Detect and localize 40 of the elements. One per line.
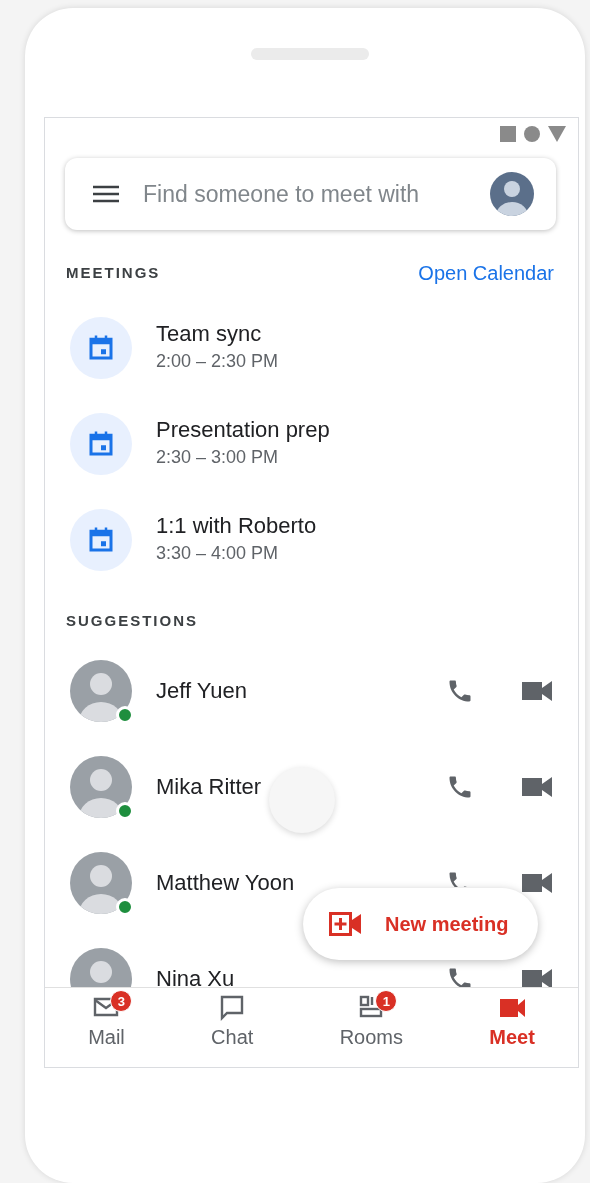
section-heading: MEETINGS (66, 262, 161, 283)
section-heading: SUGGESTIONS (66, 611, 200, 631)
search-bar[interactable]: Find someone to meet with (65, 158, 556, 230)
circle-icon (524, 126, 540, 142)
contact-name: Nina Xu (156, 965, 235, 987)
nav-label: Chat (211, 1025, 254, 1050)
meeting-item[interactable]: 1:1 with Roberto 3:30 – 4:00 PM (45, 492, 578, 588)
nav-label: Meet (489, 1025, 535, 1050)
meeting-title: 1:1 with Roberto (156, 513, 317, 540)
nav-tab[interactable]: Meet (446, 988, 578, 1067)
menu-icon[interactable] (93, 185, 119, 203)
meeting-title: Team sync (156, 321, 263, 348)
triangle-icon (548, 126, 566, 142)
meeting-title: Presentation prep (156, 417, 330, 444)
search-placeholder: Find someone to meet with (143, 179, 421, 209)
video-camera-icon[interactable] (522, 678, 552, 703)
contact-name: Jeff Yuen (156, 677, 247, 705)
touch-ripple (269, 766, 336, 833)
nav-tab[interactable]: Mail 3 (45, 988, 168, 1067)
nav-tab[interactable]: Chat (167, 988, 297, 1067)
count-badge: 1 (375, 990, 398, 1012)
meeting-item[interactable]: Presentation prep 2:30 – 3:00 PM (45, 396, 578, 492)
nav-tab[interactable]: Rooms 1 (296, 988, 447, 1067)
nav-label: Mail (88, 1025, 125, 1050)
meeting-time: 2:30 – 3:00 PM (156, 445, 280, 469)
meeting-time: 3:30 – 4:00 PM (156, 541, 280, 565)
video-camera-icon[interactable] (522, 966, 552, 987)
profile-avatar[interactable] (490, 172, 534, 216)
meeting-time: 2:00 – 2:30 PM (156, 349, 279, 373)
nav-label: Rooms (339, 1025, 403, 1050)
video-camera-icon[interactable] (522, 774, 552, 799)
count-badge: 3 (110, 990, 133, 1012)
video-plus-icon (329, 912, 361, 936)
video-camera-icon[interactable] (522, 870, 552, 895)
new-meeting-button[interactable]: New meeting (303, 888, 539, 960)
square-icon (500, 126, 516, 142)
meeting-item[interactable]: Team sync 2:00 – 2:30 PM (45, 300, 578, 396)
contact-name: Mika Ritter (156, 773, 262, 801)
contact-name: Matthew Yoon (156, 869, 295, 897)
open-calendar-link[interactable]: Open Calendar (418, 258, 554, 288)
